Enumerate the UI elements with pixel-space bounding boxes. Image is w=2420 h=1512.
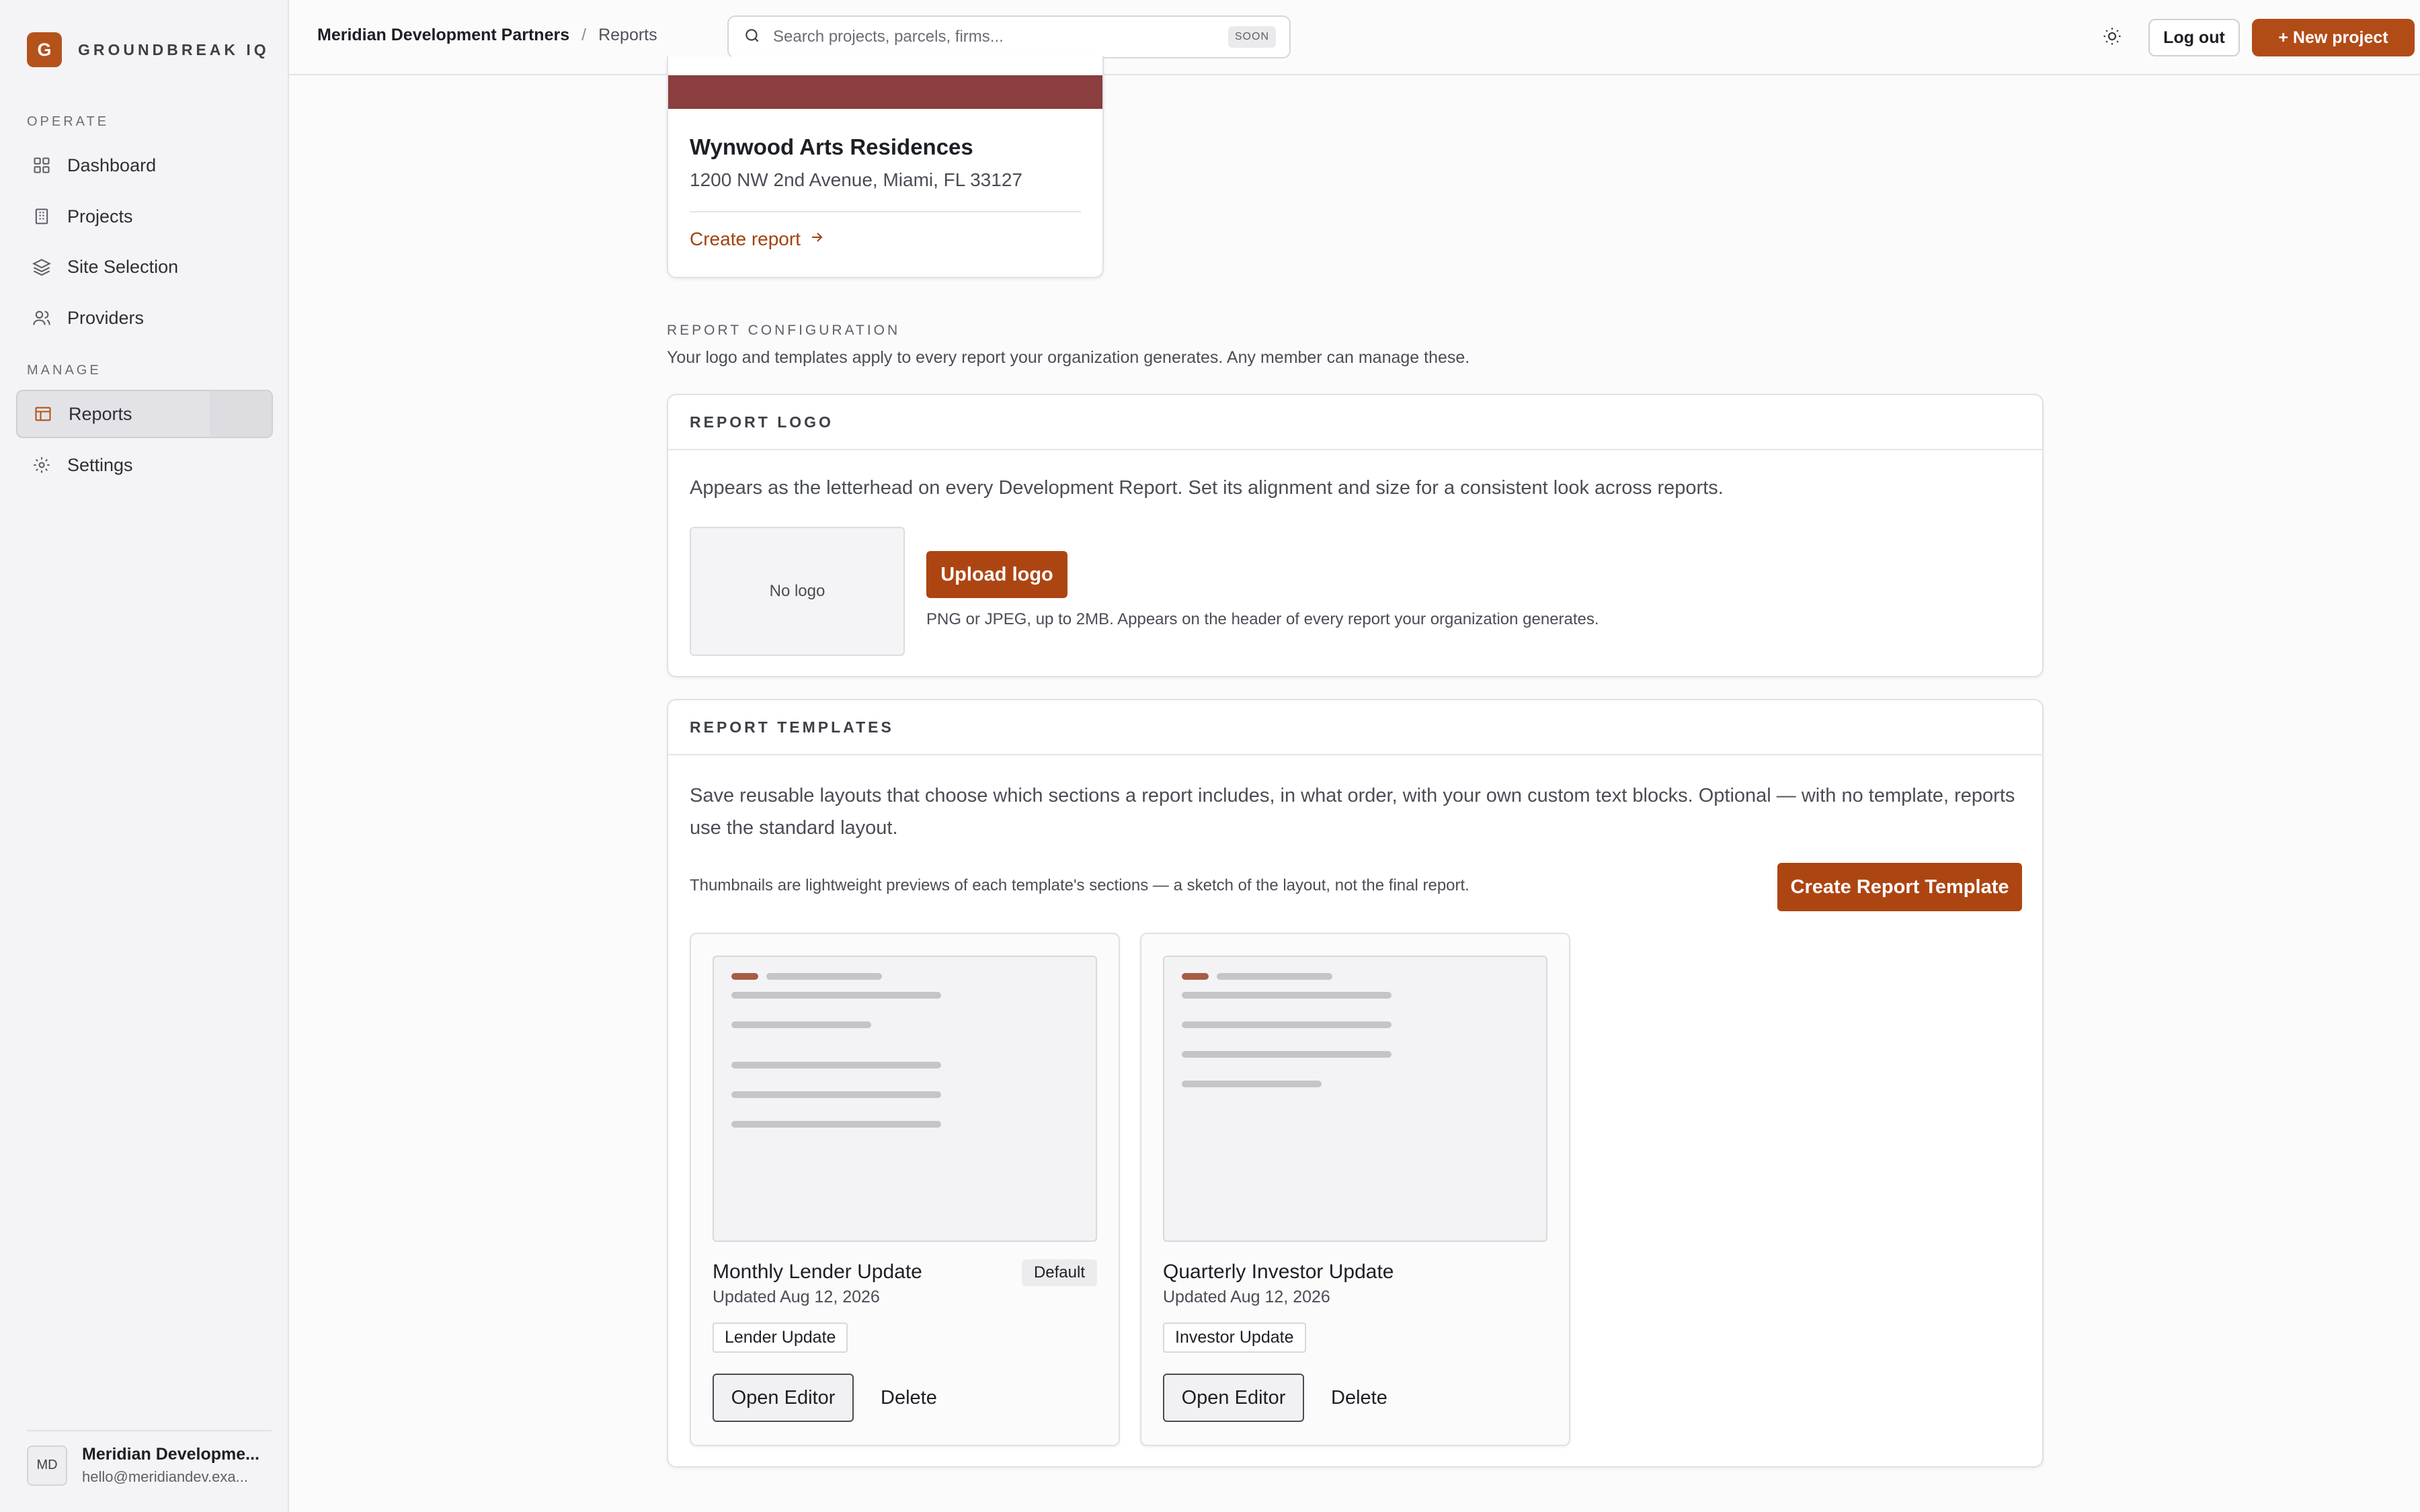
project-name: Wynwood Arts Residences	[690, 134, 973, 159]
thumbnail-hint: Thumbnails are lightweight previews of e…	[690, 876, 1469, 894]
upload-hint: PNG or JPEG, up to 2MB. Appears on the h…	[926, 610, 1599, 628]
create-template-button[interactable]: Create Report Template	[1777, 863, 2022, 911]
sidebar-item-label: Site Selection	[67, 256, 179, 277]
brand[interactable]: G GROUNDBREAK IQ	[27, 32, 270, 67]
soon-badge: SOON	[1227, 26, 1276, 48]
templates-description: Save reusable layouts that choose which …	[690, 785, 2015, 839]
template-tag: Investor Update	[1163, 1322, 1306, 1353]
open-editor-button[interactable]: Open Editor	[713, 1374, 854, 1422]
sidebar-item-label: Providers	[67, 307, 145, 328]
template-thumbnail[interactable]	[1163, 956, 1547, 1242]
create-report-link[interactable]: Create report	[690, 228, 825, 250]
user-name: Meridian Developme...	[82, 1445, 259, 1464]
sidebar-item-label: Dashboard	[67, 155, 157, 175]
logout-button[interactable]: Log out	[2148, 19, 2240, 56]
template-updated: Updated Aug 12, 2026	[713, 1288, 880, 1306]
sidebar-item-label: Reports	[69, 403, 132, 424]
nav-group-operate: OPERATE	[27, 114, 110, 129]
logo-preview: No logo	[690, 527, 905, 656]
thumb-line	[731, 1021, 871, 1028]
project-card: Wynwood Arts Residences 1200 NW 2nd Aven…	[667, 56, 1104, 278]
template-thumbnail[interactable]	[713, 956, 1097, 1242]
open-editor-button[interactable]: Open Editor	[1163, 1374, 1304, 1422]
template-tag: Lender Update	[713, 1322, 848, 1353]
logo-description: Appears as the letterhead on every Devel…	[690, 477, 1724, 499]
section-eyebrow: REPORT CONFIGURATION	[667, 323, 901, 338]
panel-title: REPORT TEMPLATES	[668, 700, 2042, 755]
report-logo-panel: REPORT LOGO Appears as the letterhead on…	[667, 394, 2044, 677]
thumb-line	[731, 1121, 941, 1128]
thumb-line	[1182, 992, 1392, 999]
layers-icon	[31, 256, 52, 278]
sidebar-item-providers[interactable]: Providers	[16, 294, 273, 342]
template-card: Monthly Lender Update Default Updated Au…	[690, 933, 1120, 1446]
breadcrumb-current: Reports	[598, 26, 657, 44]
thumb-line	[766, 973, 882, 980]
brand-logo-icon: G	[27, 32, 62, 67]
card-divider	[690, 211, 1081, 212]
default-badge: Default	[1021, 1259, 1097, 1286]
template-card: Quarterly Investor Update Updated Aug 12…	[1140, 933, 1570, 1446]
theme-toggle[interactable]	[2097, 23, 2127, 52]
thumb-line	[1182, 973, 1209, 980]
search-icon	[743, 27, 761, 48]
sidebar-item-site-selection[interactable]: Site Selection	[16, 243, 273, 291]
thumb-line	[731, 1091, 941, 1098]
arrow-right-icon	[809, 228, 825, 250]
new-project-button[interactable]: + New project	[2252, 19, 2415, 56]
thumb-line	[1217, 973, 1332, 980]
search-input[interactable]	[773, 28, 1203, 46]
report-templates-panel: REPORT TEMPLATES Save reusable layouts t…	[667, 699, 2044, 1468]
thumb-line	[1182, 1021, 1392, 1028]
grid-icon	[31, 155, 52, 176]
breadcrumb: Meridian Development Partners / Reports	[317, 26, 657, 45]
project-address: 1200 NW 2nd Avenue, Miami, FL 33127	[690, 169, 1022, 190]
search-bar: SOON	[727, 15, 1291, 58]
thumb-line	[731, 992, 941, 999]
building-icon	[31, 206, 52, 227]
sidebar-item-label: Settings	[67, 454, 133, 475]
topbar: Meridian Development Partners / Reports …	[289, 0, 2420, 75]
sidebar: G GROUNDBREAK IQ OPERATE Dashboard Proje…	[0, 0, 289, 1512]
delete-button[interactable]: Delete	[881, 1387, 937, 1409]
sidebar-item-settings[interactable]: Settings	[16, 441, 273, 489]
thumb-line	[731, 1062, 941, 1068]
create-report-label: Create report	[690, 228, 801, 249]
upload-logo-button[interactable]: Upload logo	[926, 551, 1067, 598]
sidebar-item-reports[interactable]: Reports	[16, 390, 273, 438]
user-menu[interactable]: MD Meridian Developme... hello@meridiand…	[27, 1445, 259, 1486]
brand-name: GROUNDBREAK IQ	[78, 40, 270, 58]
thumb-line	[1182, 1051, 1392, 1058]
breadcrumb-org[interactable]: Meridian Development Partners	[317, 26, 569, 45]
gear-icon	[31, 454, 52, 476]
template-updated: Updated Aug 12, 2026	[1163, 1288, 1330, 1306]
user-email: hello@meridiandev.exa...	[82, 1468, 248, 1485]
sidebar-divider	[27, 1430, 272, 1431]
users-icon	[31, 307, 52, 329]
template-name: Quarterly Investor Update	[1163, 1261, 1394, 1283]
thumb-line	[731, 973, 758, 980]
template-name: Monthly Lender Update	[713, 1261, 922, 1283]
table-icon	[32, 403, 54, 425]
project-banner	[668, 75, 1102, 109]
avatar: MD	[27, 1445, 67, 1486]
delete-button[interactable]: Delete	[1331, 1387, 1387, 1409]
sidebar-item-label: Projects	[67, 206, 133, 226]
sidebar-item-dashboard[interactable]: Dashboard	[16, 141, 273, 190]
thumb-line	[1182, 1081, 1322, 1087]
sun-icon	[2102, 26, 2122, 50]
sidebar-item-projects[interactable]: Projects	[16, 192, 273, 241]
breadcrumb-separator: /	[581, 26, 587, 44]
nav-group-manage: MANAGE	[27, 363, 102, 378]
panel-title: REPORT LOGO	[668, 395, 2042, 450]
section-description: Your logo and templates apply to every r…	[667, 348, 1470, 367]
